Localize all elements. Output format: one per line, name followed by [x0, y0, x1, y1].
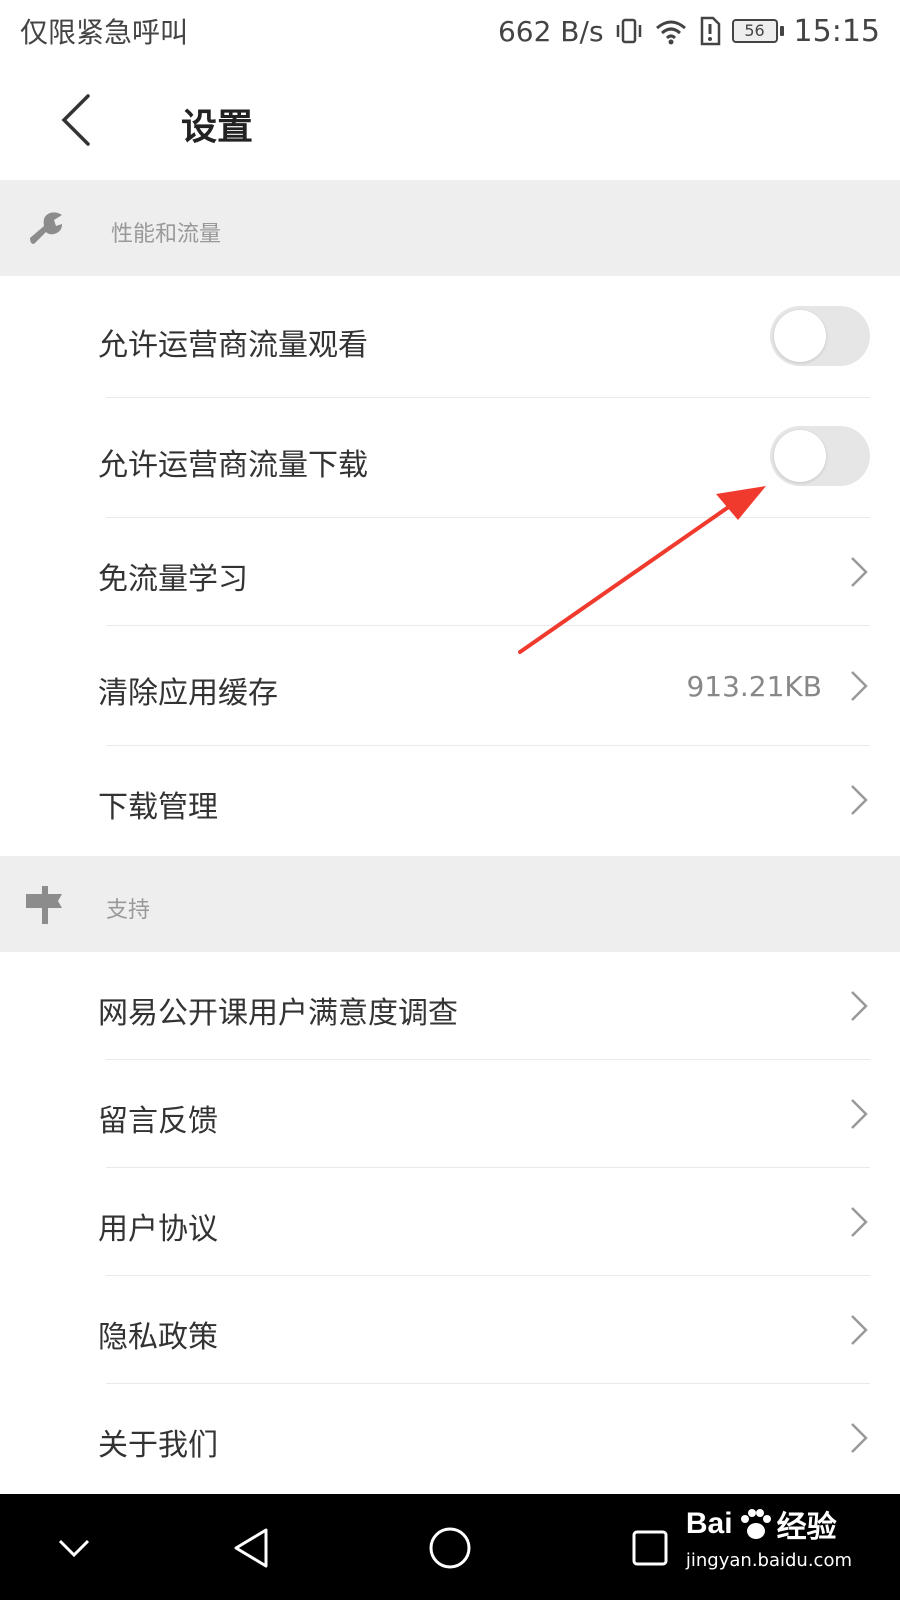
chevron-right-icon — [851, 671, 868, 701]
section-header-performance: 性能和流量 — [0, 180, 900, 276]
watermark-url: jingyan.baidu.com — [685, 1550, 852, 1571]
triangle-back-icon — [234, 1528, 268, 1568]
chevron-right-icon — [851, 557, 868, 587]
chevron-left-icon — [61, 94, 90, 146]
setting-label: 用户协议 — [98, 1212, 218, 1247]
baidu-watermark: Bai 经验 jingyan.baidu.com — [686, 1502, 852, 1571]
signpost-icon — [26, 886, 62, 924]
setting-row-about-us[interactable]: 关于我们 — [0, 1384, 900, 1494]
chevron-right-icon — [851, 1315, 868, 1345]
chevron-right-icon — [851, 1207, 868, 1237]
chevron-right-icon — [851, 1099, 868, 1129]
app-header: 设置 — [0, 62, 900, 178]
watermark-brand-right: 经验 — [776, 1511, 837, 1544]
section-label: 性能和流量 — [111, 222, 222, 247]
status-bar: 仅限紧急呼叫 662 B/s 56 15:15 — [0, 0, 900, 62]
back-button[interactable] — [46, 90, 106, 150]
watermark-brand-left: Bai — [685, 1507, 733, 1540]
setting-label: 下载管理 — [98, 790, 218, 825]
chevron-right-icon — [851, 991, 868, 1021]
wrench-icon — [30, 212, 62, 244]
setting-row-free-data-learning[interactable]: 免流量学习 — [0, 518, 900, 626]
nav-home-button[interactable] — [420, 1518, 480, 1578]
nav-back-button[interactable] — [220, 1518, 280, 1578]
cellular-watch-toggle[interactable] — [770, 306, 870, 366]
setting-row-cellular-watch[interactable]: 允许运营商流量观看 — [0, 276, 900, 398]
setting-row-download-manager[interactable]: 下载管理 — [0, 746, 900, 854]
setting-label: 允许运营商流量观看 — [98, 328, 368, 363]
wifi-icon — [654, 16, 688, 46]
cache-size-value: 913.21KB — [686, 670, 822, 703]
setting-row-cellular-download[interactable]: 允许运营商流量下载 — [0, 398, 900, 518]
setting-label: 免流量学习 — [98, 562, 248, 597]
chevron-right-icon — [851, 1423, 868, 1453]
carrier-text: 仅限紧急呼叫 — [20, 16, 189, 49]
setting-row-user-agreement[interactable]: 用户协议 — [0, 1168, 900, 1276]
nav-hide-button[interactable] — [44, 1518, 104, 1578]
battery-level: 56 — [731, 19, 778, 43]
square-recents-icon — [632, 1530, 668, 1566]
status-right: 662 B/s 56 15:15 — [498, 14, 880, 49]
vibrate-icon — [614, 16, 644, 46]
circle-home-icon — [429, 1527, 471, 1569]
chevron-down-icon — [58, 1539, 90, 1558]
section-header-support: 支持 — [0, 856, 900, 952]
cellular-download-toggle[interactable] — [770, 426, 870, 486]
section-label: 支持 — [106, 898, 151, 923]
setting-label: 清除应用缓存 — [98, 676, 278, 711]
setting-label: 隐私政策 — [98, 1320, 218, 1355]
clock: 15:15 — [793, 13, 880, 49]
chevron-right-icon — [851, 785, 868, 815]
setting-row-clear-cache[interactable]: 清除应用缓存 913.21KB — [0, 626, 900, 746]
nav-recents-button[interactable] — [620, 1518, 680, 1578]
setting-label: 网易公开课用户满意度调查 — [98, 996, 458, 1031]
sim-alert-icon — [698, 16, 722, 46]
page-title: 设置 — [181, 107, 254, 148]
setting-label: 留言反馈 — [98, 1104, 218, 1139]
setting-label: 允许运营商流量下载 — [98, 448, 368, 483]
setting-row-privacy-policy[interactable]: 隐私政策 — [0, 1276, 900, 1384]
setting-row-satisfaction-survey[interactable]: 网易公开课用户满意度调查 — [0, 952, 900, 1060]
setting-label: 关于我们 — [98, 1428, 218, 1463]
battery-icon: 56 — [731, 19, 784, 43]
setting-row-feedback[interactable]: 留言反馈 — [0, 1060, 900, 1168]
paw-icon — [740, 1509, 771, 1539]
network-speed: 662 B/s — [497, 14, 604, 48]
